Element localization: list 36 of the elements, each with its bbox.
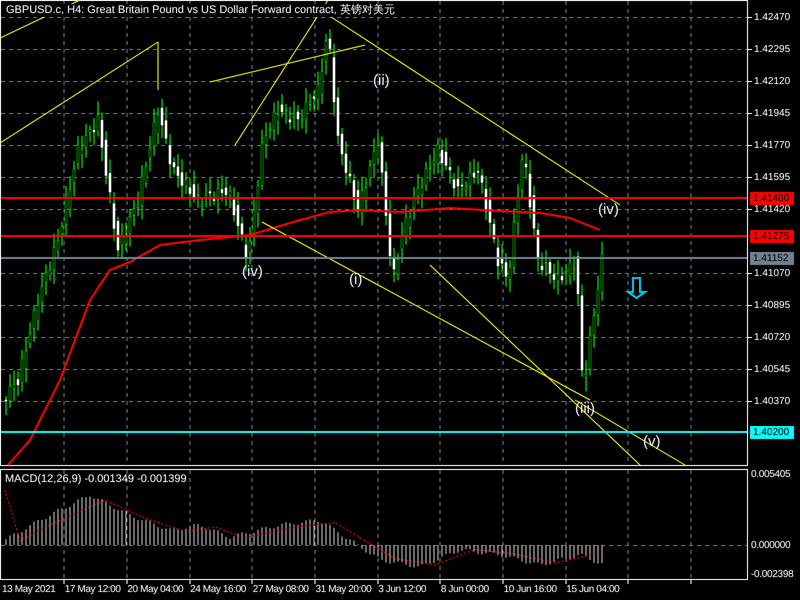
time-axis-label: 15 Jun 04:00 [566,584,620,596]
price-axis-label: 1.40545 [754,363,790,376]
time-axis-label: 24 May 16:00 [190,584,246,596]
price-axis-label: 1.40720 [754,331,790,344]
macd-axis-label: -0.002398 [751,568,794,581]
wave-label: (iv) [242,263,263,281]
price-axis-label: 1.42120 [754,75,790,88]
price-axis-label: 1.40370 [754,395,790,408]
price-axis-label: 1.41595 [754,171,790,184]
price-axis-label: 1.42470 [754,11,790,24]
chart-title: GBPUSD.c, H4: Great Britain Pound vs US Dollar Forward contract, 英镑对美元 [6,4,395,17]
time-axis-label: 20 May 04:00 [127,584,184,596]
price-tag: 1.41275 [750,230,794,243]
wave-label: (ii) [373,72,390,90]
macd-axis-label: 0.005405 [751,468,790,481]
macd-title: MACD(12,26,9) -0.001349 -0.001399 [5,473,187,486]
price-axis-label: 1.41945 [754,107,790,120]
price-axis-label: 1.42295 [754,43,790,56]
price-axis-label: 1.41770 [754,139,790,152]
price-tag: 1.40200 [750,426,794,439]
price-tag: 1.41480 [750,192,794,205]
price-axis-label: 1.41420 [754,203,790,216]
price-axis-label: 1.41070 [754,267,790,280]
time-axis-label: 3 Jun 12:00 [378,584,426,596]
price-tag: 1.41152 [750,252,794,265]
time-axis-label: 31 May 20:00 [316,584,372,596]
time-axis-label: 27 May 08:00 [252,584,309,596]
wave-label: (iv) [598,201,619,219]
down-arrow-icon [624,277,648,300]
price-axis-label: 1.40895 [754,299,790,312]
time-axis-label: 13 May 2021 [2,584,56,596]
wave-label: (i) [349,271,362,289]
time-axis-label: 10 Jun 16:00 [504,584,557,596]
time-axis-label: 8 Jun 00:00 [440,584,489,596]
macd-axis-label: 0.000000 [751,539,790,552]
time-axis-label: 17 May 12:00 [64,584,120,596]
